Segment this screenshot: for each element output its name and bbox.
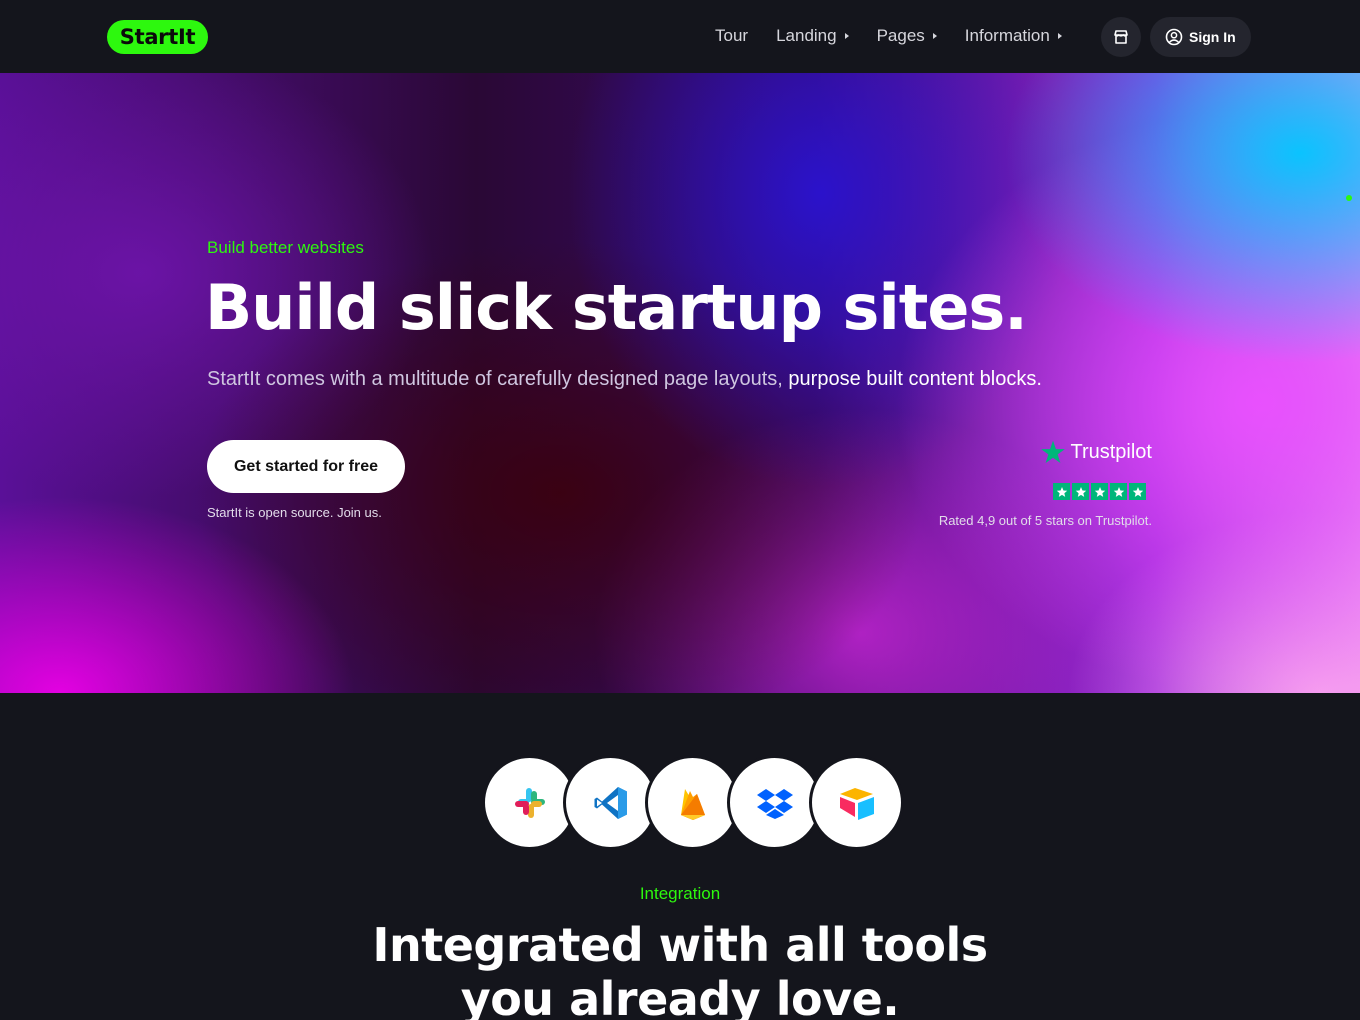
- integration-title: Integrated with all tools you already lo…: [0, 918, 1360, 1020]
- hero-subtitle: StartIt comes with a multitude of carefu…: [207, 366, 1042, 392]
- airtable-logo: [809, 755, 904, 850]
- slack-icon: [514, 787, 545, 818]
- nav-item-landing[interactable]: Landing: [776, 24, 849, 48]
- rating-star-icon: [1091, 483, 1108, 500]
- hero-subtitle-text: StartIt comes with a multitude of carefu…: [207, 368, 783, 390]
- user-circle-icon: [1165, 28, 1183, 46]
- nav-item-label: Pages: [876, 26, 925, 45]
- hero-subtitle-highlight: purpose built content blocks.: [788, 368, 1042, 390]
- nav-item-tour[interactable]: Tour: [715, 24, 748, 48]
- firebase-icon: [680, 788, 705, 820]
- trustpilot-label: Trustpilot: [1070, 440, 1152, 463]
- caret-right-icon: [1057, 33, 1062, 39]
- top-navbar: StartIt Tour Landing Pages Information S…: [0, 0, 1360, 73]
- decorative-dot: [1346, 195, 1352, 201]
- trustpilot-star-icon: [1041, 440, 1066, 464]
- rating-star-icon: [1129, 483, 1146, 500]
- integration-title-line-2: you already love.: [460, 972, 900, 1020]
- nav-item-label: Landing: [776, 26, 837, 45]
- brand-logo[interactable]: StartIt: [107, 20, 208, 54]
- dropbox-icon: [756, 788, 793, 819]
- main-nav: Tour Landing Pages Information: [715, 24, 1090, 48]
- caret-right-icon: [932, 33, 937, 39]
- firebase-logo: [645, 755, 740, 850]
- hero-eyebrow: Build better websites: [207, 238, 364, 257]
- hero-section: Build better websites Build slick startu…: [0, 73, 1360, 693]
- trustpilot-rating-note: Rated 4,9 out of 5 stars on Trustpilot.: [938, 513, 1152, 528]
- nav-item-information[interactable]: Information: [965, 24, 1062, 48]
- store-button[interactable]: [1101, 17, 1141, 57]
- trustpilot-brand[interactable]: Trustpilot: [1037, 439, 1152, 465]
- open-source-note: StartIt is open source. Join us.: [207, 505, 382, 520]
- dropbox-logo: [727, 755, 822, 850]
- store-icon: [1114, 30, 1128, 44]
- rating-star-icon: [1072, 483, 1089, 500]
- integration-title-line-1: Integrated with all tools: [372, 918, 988, 972]
- rating-star-icon: [1053, 483, 1070, 500]
- trustpilot-rating-stars: [1053, 483, 1146, 500]
- hero-title: Build slick startup sites.: [205, 271, 1028, 344]
- visual-studio-code-icon: [594, 786, 627, 819]
- nav-item-pages[interactable]: Pages: [877, 24, 937, 48]
- rating-star-icon: [1110, 483, 1127, 500]
- nav-item-label: Information: [964, 26, 1050, 45]
- airtable-icon: [839, 787, 874, 820]
- caret-right-icon: [844, 33, 849, 39]
- sign-in-label: Sign In: [1189, 29, 1236, 45]
- sign-in-button[interactable]: Sign In: [1150, 17, 1251, 57]
- get-started-button[interactable]: Get started for free: [207, 440, 405, 493]
- nav-item-label: Tour: [715, 26, 749, 45]
- integration-eyebrow: Integration: [639, 884, 721, 903]
- vscode-logo: [563, 755, 658, 850]
